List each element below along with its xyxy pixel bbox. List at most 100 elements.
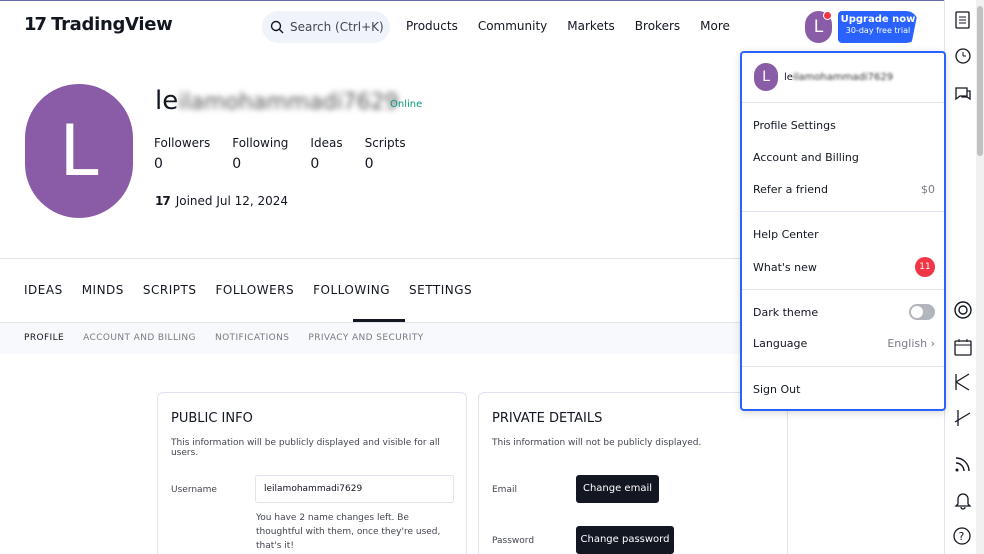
upgrade-sublabel: 30-day free trial xyxy=(845,26,911,35)
menu-whats-new[interactable]: What's new 11 xyxy=(753,257,935,277)
menu-username: leilamohammadi7629 xyxy=(784,72,893,83)
tab-ideas[interactable]: IDEAS xyxy=(24,283,63,297)
scrollbar-thumb[interactable] xyxy=(977,6,983,156)
menu-avatar: L xyxy=(754,63,778,91)
menu-divider xyxy=(742,366,944,367)
chevron-right-icon: › xyxy=(930,337,935,350)
menu-user-header[interactable]: L leilamohammadi7629 xyxy=(754,63,893,91)
chat-icon[interactable] xyxy=(951,82,975,106)
target-icon[interactable] xyxy=(951,298,975,322)
upgrade-button[interactable]: Upgrade now 30-day free trial xyxy=(838,11,918,43)
tab-minds[interactable]: MINDS xyxy=(82,283,124,297)
menu-account-billing[interactable]: Account and Billing xyxy=(753,151,935,164)
public-info-card: PUBLIC INFO This information will be pub… xyxy=(157,392,467,554)
menu-language[interactable]: Language English › xyxy=(753,337,935,350)
stat-scripts[interactable]: Scripts 0 xyxy=(365,136,406,172)
dark-theme-toggle[interactable] xyxy=(909,304,935,320)
logo[interactable]: 17 TradingView xyxy=(24,14,173,35)
subnav-notifications[interactable]: NOTIFICATIONS xyxy=(215,333,289,343)
profile-stats: Followers 0 Following 0 Ideas 0 Scripts … xyxy=(154,136,428,172)
whats-new-badge: 11 xyxy=(915,257,935,277)
trend-lines-icon[interactable] xyxy=(951,370,975,394)
online-status: Online xyxy=(390,99,423,110)
logo-text: TradingView xyxy=(51,14,173,35)
stat-followers[interactable]: Followers 0 xyxy=(154,136,210,172)
language-value: English › xyxy=(887,337,935,350)
stat-label: Followers xyxy=(154,136,211,150)
tab-followers[interactable]: FOLLOWERS xyxy=(215,283,294,297)
profile-avatar: L xyxy=(25,84,133,218)
subnav-privacy-security[interactable]: PRIVACY AND SECURITY xyxy=(308,333,423,343)
password-label: Password xyxy=(492,536,535,546)
calendar-icon[interactable] xyxy=(951,335,975,359)
nav-brokers[interactable]: Brokers xyxy=(635,19,680,33)
settings-subnav-items: PROFILE ACCOUNT AND BILLING NOTIFICATION… xyxy=(24,333,443,343)
profile-username: leilamohammadi7629 xyxy=(155,86,399,116)
menu-name-visible: le xyxy=(784,71,793,83)
menu-divider xyxy=(742,289,944,290)
menu-item-label: What's new xyxy=(753,260,817,274)
watchlist-icon[interactable] xyxy=(951,8,975,32)
menu-profile-settings[interactable]: Profile Settings xyxy=(753,119,935,132)
menu-dark-theme[interactable]: Dark theme xyxy=(753,304,935,320)
language-current: English xyxy=(887,337,928,350)
help-icon[interactable]: ? xyxy=(951,524,975,548)
username-hint: You have 2 name changes left. Be thought… xyxy=(256,513,441,551)
change-email-button[interactable]: Change email xyxy=(576,475,659,503)
stat-label: Ideas xyxy=(310,136,343,150)
menu-item-label: Language xyxy=(753,337,808,350)
menu-name-blurred: ilamohammadi7629 xyxy=(792,71,894,83)
svg-text:?: ? xyxy=(959,530,965,543)
pencil-line-icon[interactable] xyxy=(951,406,975,430)
menu-sign-out[interactable]: Sign Out xyxy=(753,383,935,396)
menu-divider xyxy=(742,211,944,212)
card-description: This information will not be publicly di… xyxy=(492,438,702,448)
logo-mark: 17 xyxy=(24,14,47,35)
username-blurred: ilamohammadi7629 xyxy=(178,90,399,115)
subnav-account-billing[interactable]: ACCOUNT AND BILLING xyxy=(83,333,196,343)
rss-icon[interactable] xyxy=(951,452,975,476)
search-input[interactable]: Search (Ctrl+K) xyxy=(262,11,390,43)
joined-text: Joined Jul 12, 2024 xyxy=(175,194,289,208)
menu-divider xyxy=(742,102,944,103)
stat-ideas[interactable]: Ideas 0 xyxy=(310,136,342,172)
main-nav: Products Community Markets Brokers More xyxy=(406,19,750,33)
stat-label: Following xyxy=(232,136,289,150)
alarm-clock-icon[interactable] xyxy=(951,43,975,67)
stat-following[interactable]: Following 0 xyxy=(232,136,288,172)
joined-date: 17 Joined Jul 12, 2024 xyxy=(155,194,288,208)
subnav-profile[interactable]: PROFILE xyxy=(24,333,64,343)
nav-community[interactable]: Community xyxy=(478,19,547,33)
menu-refer-friend[interactable]: Refer a friend $0 xyxy=(753,183,935,196)
private-details-card: PRIVATE DETAILS This information will no… xyxy=(478,392,788,554)
stat-value: 0 xyxy=(310,156,320,172)
search-icon xyxy=(270,20,284,34)
stat-label: Scripts xyxy=(364,136,406,150)
bell-icon[interactable] xyxy=(951,488,975,512)
username-field[interactable]: leilamohammadi7629 xyxy=(255,475,454,503)
upgrade-label: Upgrade now xyxy=(840,14,916,25)
stat-value: 0 xyxy=(364,156,374,172)
username-label: Username xyxy=(171,485,217,495)
stat-value: 0 xyxy=(232,156,242,172)
tab-settings[interactable]: SETTINGS xyxy=(409,283,472,297)
menu-help-center[interactable]: Help Center xyxy=(753,228,935,241)
card-title: PUBLIC INFO xyxy=(171,411,253,426)
menu-item-label: Sign Out xyxy=(753,383,801,396)
notification-dot xyxy=(823,11,832,20)
nav-products[interactable]: Products xyxy=(406,19,458,33)
refer-balance: $0 xyxy=(921,183,935,196)
nav-markets[interactable]: Markets xyxy=(567,19,615,33)
tab-following[interactable]: FOLLOWING xyxy=(313,283,390,297)
email-label: Email xyxy=(492,485,517,495)
menu-item-label: Help Center xyxy=(753,228,819,241)
change-password-button[interactable]: Change password xyxy=(576,526,674,554)
profile-tabs: IDEAS MINDS SCRIPTS FOLLOWERS FOLLOWING … xyxy=(24,283,491,297)
username-visible: le xyxy=(155,86,179,116)
stat-value: 0 xyxy=(154,156,163,172)
menu-item-label: Account and Billing xyxy=(753,151,859,164)
menu-item-label: Refer a friend xyxy=(753,183,828,196)
nav-more[interactable]: More xyxy=(700,19,730,33)
card-title: PRIVATE DETAILS xyxy=(492,411,603,426)
tab-scripts[interactable]: SCRIPTS xyxy=(143,283,197,297)
